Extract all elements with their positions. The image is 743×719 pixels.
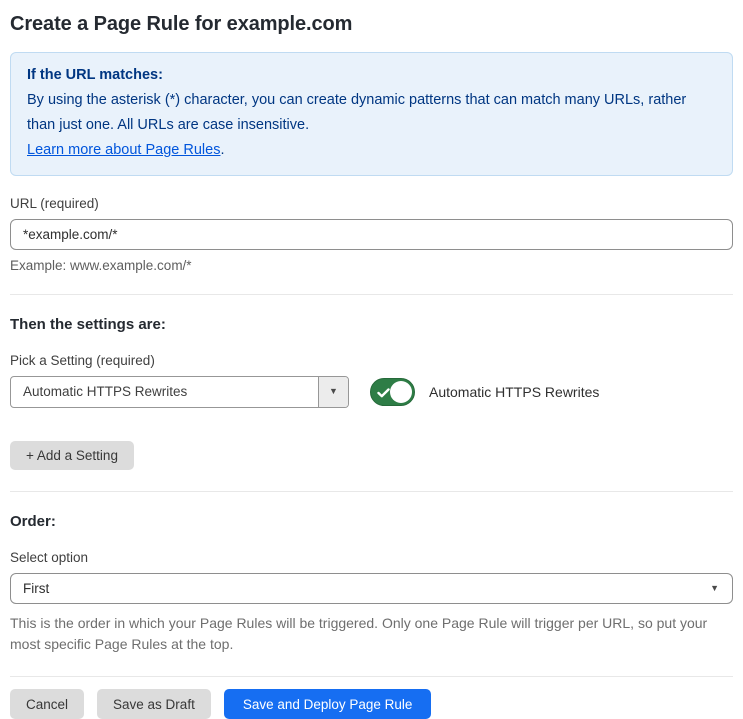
setting-toggle-group: Automatic HTTPS Rewrites — [370, 377, 600, 406]
chevron-down-icon: ▼ — [710, 582, 719, 593]
divider — [10, 490, 733, 492]
divider — [10, 293, 733, 295]
link-period: . — [220, 141, 225, 158]
check-icon — [377, 388, 390, 398]
footer-actions: Cancel Save as Draft Save and Deploy Pag… — [10, 689, 733, 719]
page-title: Create a Page Rule for example.com — [10, 13, 353, 35]
url-field-label: URL (required) — [10, 195, 99, 211]
setting-toggle[interactable] — [370, 377, 415, 406]
chevron-down-icon: ▼ — [329, 386, 338, 397]
settings-section-heading: Then the settings are: — [10, 315, 166, 333]
url-match-info-box: If the URL matches: By using the asteris… — [10, 52, 733, 176]
pick-setting-label: Pick a Setting (required) — [10, 352, 155, 368]
order-select[interactable]: First ▼ — [10, 572, 733, 604]
setting-dropdown[interactable]: Automatic HTTPS Rewrites ▼ — [10, 375, 349, 408]
save-draft-button[interactable]: Save as Draft — [97, 689, 211, 719]
setting-toggle-label: Automatic HTTPS Rewrites — [429, 383, 600, 400]
info-box-heading: If the URL matches: — [27, 67, 163, 83]
order-select-value: First — [23, 580, 50, 596]
divider — [10, 676, 733, 678]
order-help-text: This is the order in which your Page Rul… — [10, 614, 708, 653]
add-setting-button[interactable]: + Add a Setting — [10, 440, 134, 470]
save-deploy-button[interactable]: Save and Deploy Page Rule — [223, 689, 432, 719]
info-link-line: Learn more about Page Rules. — [27, 138, 716, 163]
cancel-button[interactable]: Cancel — [10, 689, 85, 719]
create-page-rule-form: Create a Page Rule for example.com If th… — [0, 0, 743, 719]
select-option-label: Select option — [10, 549, 89, 565]
info-box-body: By using the asterisk (*) character, you… — [27, 91, 687, 133]
setting-row: Automatic HTTPS Rewrites ▼ Automatic HTT… — [10, 375, 733, 408]
toggle-knob — [390, 380, 412, 403]
url-input[interactable] — [10, 218, 733, 250]
url-example-hint: Example: www.example.com/* — [10, 257, 192, 273]
setting-dropdown-value: Automatic HTTPS Rewrites — [23, 384, 188, 400]
learn-more-link[interactable]: Learn more about Page Rules — [27, 142, 220, 158]
order-section-heading: Order: — [10, 512, 56, 530]
setting-dropdown-caret-button[interactable]: ▼ — [318, 376, 348, 407]
